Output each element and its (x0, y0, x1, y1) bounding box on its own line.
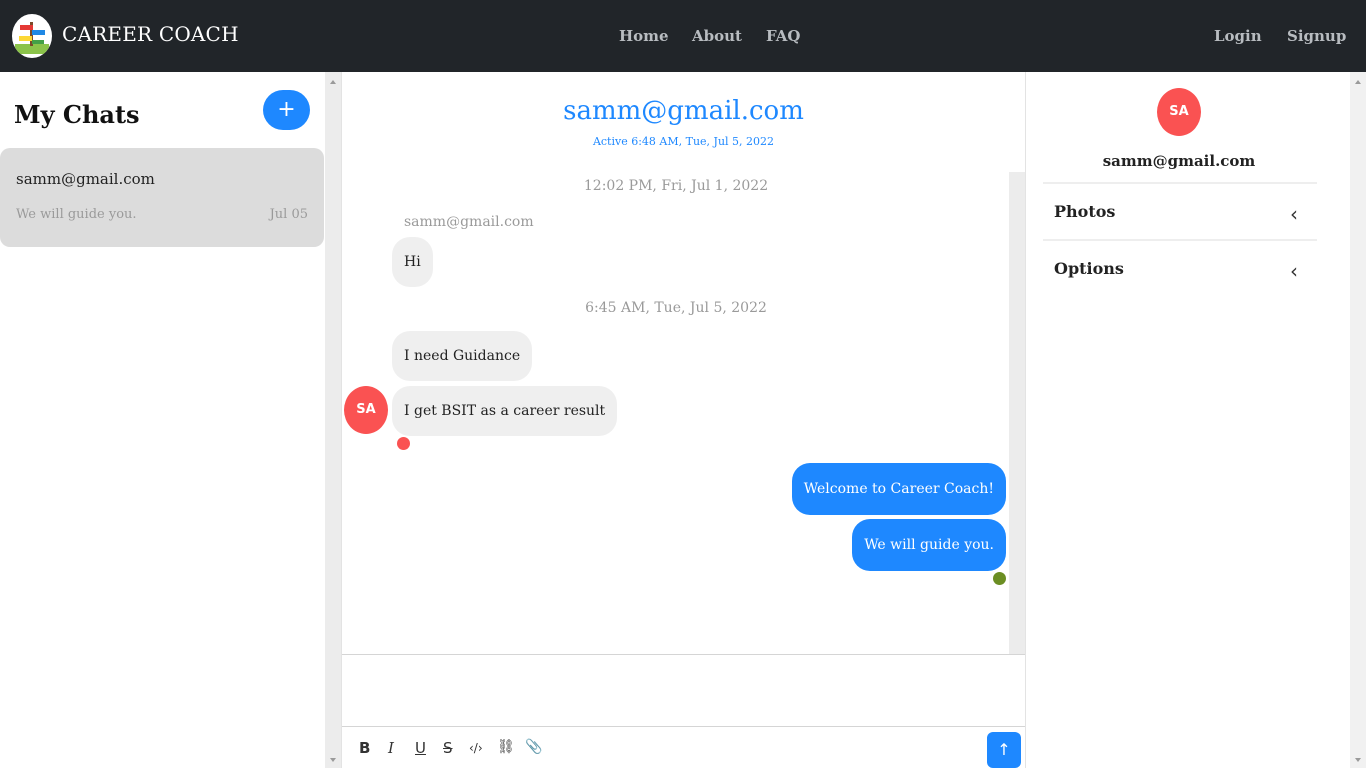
nav-signup-link[interactable]: Signup (1287, 27, 1346, 45)
divider (1043, 239, 1317, 241)
underline-icon[interactable]: U (415, 739, 426, 757)
nav-about-link[interactable]: About (692, 27, 742, 45)
message-timestamp: 6:45 AM, Tue, Jul 5, 2022 (585, 300, 767, 316)
chat-window: samm@gmail.com Active 6:48 AM, Tue, Jul … (341, 72, 1026, 768)
divider (1043, 182, 1317, 184)
scroll-up-icon[interactable] (330, 80, 336, 84)
code-icon[interactable]: ‹/› (469, 741, 483, 755)
message-input[interactable] (342, 654, 1025, 727)
message-sender: samm@gmail.com (404, 214, 534, 230)
read-receipt-dot (397, 437, 410, 450)
message-bubble-outgoing: Welcome to Career Coach! (791, 463, 1006, 515)
message-bubble-incoming: I need Guidance (392, 331, 533, 381)
read-receipt-dot (993, 572, 1006, 585)
chat-item-date: Jul 05 (269, 207, 308, 222)
sender-avatar: SA (344, 386, 388, 434)
scroll-down-icon[interactable] (330, 758, 336, 762)
bold-icon[interactable]: B (359, 739, 370, 757)
message-bubble-incoming: Hi (392, 237, 433, 287)
top-navbar: CAREER COACH Home About FAQ Login Signup (0, 0, 1366, 72)
new-chat-button[interactable]: + (263, 90, 310, 130)
logo-icon[interactable] (12, 14, 52, 58)
formatting-toolbar: B I U S ‹/› ⛓ 📎 ↑ (342, 727, 1025, 768)
photos-section[interactable]: Photos (1054, 202, 1115, 221)
scroll-up-icon[interactable] (1355, 80, 1361, 84)
nav-home-link[interactable]: Home (619, 27, 669, 45)
profile-avatar: SA (1157, 88, 1201, 136)
chat-item-last-message: We will guide you. (16, 207, 137, 222)
chevron-left-icon[interactable]: ‹ (1290, 259, 1298, 283)
message-bubble-incoming: I get BSIT as a career result (392, 386, 618, 436)
chat-item-name: samm@gmail.com (16, 170, 155, 188)
send-arrow-icon: ↑ (997, 740, 1011, 759)
options-section[interactable]: Options (1054, 259, 1124, 278)
chat-title: samm@gmail.com (563, 96, 804, 126)
message-timestamp: 12:02 PM, Fri, Jul 1, 2022 (583, 178, 769, 194)
profile-panel: SA samm@gmail.com Photos ‹ Options ‹ (1026, 72, 1350, 768)
send-button[interactable]: ↑ (987, 732, 1021, 768)
scroll-down-icon[interactable] (1355, 758, 1361, 762)
attachment-icon[interactable]: 📎 (525, 739, 542, 755)
strikethrough-icon[interactable]: S (443, 739, 453, 757)
plus-icon: + (277, 97, 296, 122)
chat-list-item[interactable]: samm@gmail.com We will guide you. Jul 05 (0, 148, 324, 247)
chat-list-sidebar: My Chats + samm@gmail.com We will guide … (0, 72, 325, 768)
sidebar-title: My Chats (14, 100, 140, 129)
italic-icon[interactable]: I (388, 739, 394, 757)
chat-active-status: Active 6:48 AM, Tue, Jul 5, 2022 (592, 135, 775, 148)
profile-email: samm@gmail.com (1102, 152, 1256, 170)
brand-name[interactable]: CAREER COACH (62, 22, 239, 46)
message-bubble-outgoing: We will guide you. (852, 519, 1006, 571)
sidebar-scrollbar[interactable] (325, 72, 341, 768)
nav-faq-link[interactable]: FAQ (766, 27, 800, 45)
page-scrollbar[interactable] (1350, 72, 1366, 768)
messages-scrollbar[interactable] (1009, 172, 1025, 654)
link-icon[interactable]: ⛓ (497, 739, 515, 755)
nav-login-link[interactable]: Login (1214, 27, 1262, 45)
chevron-left-icon[interactable]: ‹ (1290, 202, 1298, 226)
